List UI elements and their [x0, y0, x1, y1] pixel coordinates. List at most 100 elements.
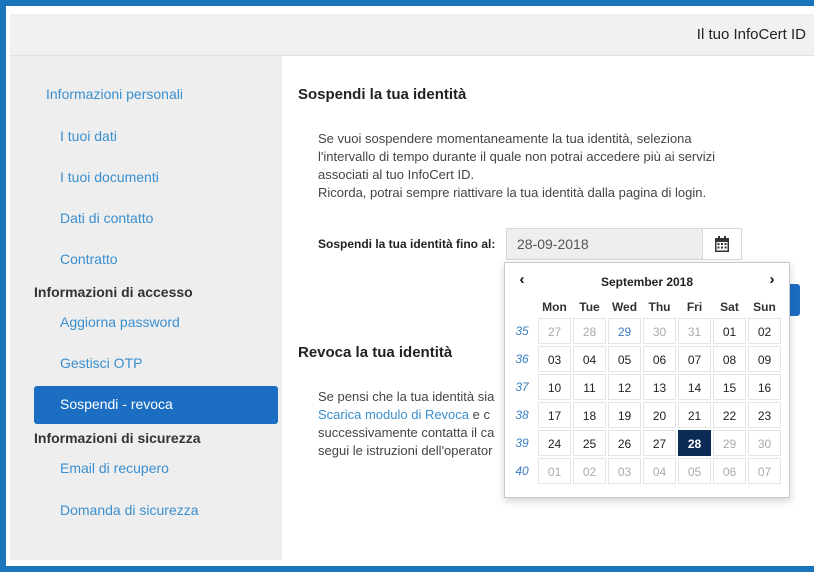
sidebar: Informazioni personali I tuoi dati I tuo…: [10, 56, 282, 560]
datepicker-popup: ‹ September 2018 › Mon Tue Wed Thu Fri Sat Sun…: [504, 262, 790, 498]
week-number: 38: [515, 408, 529, 422]
sidebar-section-informazioni-personali[interactable]: Informazioni personali: [46, 86, 183, 102]
day-cell[interactable]: 26: [608, 430, 641, 456]
day-cell[interactable]: 16: [748, 374, 781, 400]
suspend-date-input[interactable]: 28-09-2018: [506, 228, 702, 260]
week-row: 35 27 28 29 30 31 01 02: [507, 317, 782, 345]
sidebar-section-sicurezza: Informazioni di sicurezza: [34, 430, 201, 446]
bottom-border: [0, 566, 814, 572]
week-number: 39: [515, 436, 529, 450]
day-cell[interactable]: 06: [643, 346, 676, 372]
day-cell[interactable]: 29: [608, 318, 641, 344]
day-cell[interactable]: 11: [573, 374, 606, 400]
day-cell[interactable]: 28: [573, 318, 606, 344]
day-cell[interactable]: 30: [643, 318, 676, 344]
revoke-line: successivamente contatta il ca: [318, 425, 495, 440]
day-cell[interactable]: 31: [678, 318, 711, 344]
chevron-right-icon[interactable]: ›: [759, 269, 785, 293]
week-row: 37 10 11 12 13 14 15 16: [507, 373, 782, 401]
day-cell[interactable]: 13: [643, 374, 676, 400]
week-row: 40 01 02 03 04 05 06 07: [507, 457, 782, 485]
revoke-description: Se pensi che la tua identità sia Scarica…: [318, 388, 518, 460]
sidebar-item-email-di-recupero[interactable]: Email di recupero: [60, 460, 169, 476]
day-cell[interactable]: 08: [713, 346, 746, 372]
day-cell[interactable]: 18: [573, 402, 606, 428]
weekday-header-row: Mon Tue Wed Thu Fri Sat Sun: [507, 297, 782, 317]
page-header: Il tuo InfoCert ID: [10, 14, 814, 56]
day-cell[interactable]: 10: [538, 374, 571, 400]
sidebar-item-i-tuoi-documenti[interactable]: I tuoi documenti: [60, 169, 159, 185]
day-cell[interactable]: 05: [608, 346, 641, 372]
datepicker-body: 35 27 28 29 30 31 01 02 36 03 04 05 06 07 08 09 37 10 11 12…: [507, 317, 782, 485]
suspend-line: associati al tuo InfoCert ID.: [318, 167, 475, 182]
day-cell[interactable]: 27: [538, 318, 571, 344]
header-title: Il tuo InfoCert ID: [696, 26, 806, 43]
day-cell[interactable]: 02: [573, 458, 606, 484]
week-number: 40: [515, 464, 529, 478]
day-cell[interactable]: 01: [713, 318, 746, 344]
week-number: 36: [515, 352, 529, 366]
day-cell[interactable]: 05: [678, 458, 711, 484]
day-cell[interactable]: 19: [608, 402, 641, 428]
day-cell[interactable]: 27: [643, 430, 676, 456]
suspend-date-label: Sospendi la tua identità fino al:: [318, 237, 496, 251]
weekday-label: Sun: [753, 300, 776, 314]
sidebar-item-i-tuoi-dati[interactable]: I tuoi dati: [60, 128, 117, 144]
suspend-description: Se vuoi sospendere momentaneamente la tu…: [318, 130, 778, 202]
day-cell[interactable]: 14: [678, 374, 711, 400]
revoke-line: Scarica modulo di Revoca e c: [318, 406, 518, 424]
day-cell[interactable]: 17: [538, 402, 571, 428]
sidebar-item-sospendi-revoca[interactable]: Sospendi - revoca: [34, 386, 278, 424]
weekday-label: Sat: [720, 300, 739, 314]
day-cell[interactable]: 22: [713, 402, 746, 428]
weekday-label: Wed: [611, 300, 638, 314]
day-cell[interactable]: 30: [748, 430, 781, 456]
day-cell-selected[interactable]: 28: [678, 430, 711, 456]
day-cell[interactable]: 12: [608, 374, 641, 400]
revoke-line: Se pensi che la tua identità sia: [318, 389, 495, 404]
revoke-line: segui le istruzioni dell'operator: [318, 443, 493, 458]
day-cell[interactable]: 25: [573, 430, 606, 456]
suspend-line: l'intervallo di tempo durante il quale n…: [318, 149, 716, 164]
sidebar-item-dati-di-contatto[interactable]: Dati di contatto: [60, 210, 153, 226]
sidebar-section-accesso: Informazioni di accesso: [34, 284, 193, 300]
day-cell[interactable]: 21: [678, 402, 711, 428]
day-cell[interactable]: 03: [608, 458, 641, 484]
day-cell[interactable]: 07: [748, 458, 781, 484]
suspend-line: Ricorda, potrai sempre riattivare la tua…: [318, 185, 707, 200]
week-row: 36 03 04 05 06 07 08 09: [507, 345, 782, 373]
day-cell[interactable]: 15: [713, 374, 746, 400]
datepicker-grid: Mon Tue Wed Thu Fri Sat Sun 35 27 28 29 30 31 01 02 36…: [507, 297, 782, 485]
calendar-button[interactable]: [702, 228, 742, 260]
sidebar-item-aggiorna-password[interactable]: Aggiorna password: [60, 314, 180, 330]
day-cell[interactable]: 29: [713, 430, 746, 456]
day-cell[interactable]: 23: [748, 402, 781, 428]
week-number: 37: [515, 380, 529, 394]
day-cell[interactable]: 24: [538, 430, 571, 456]
day-cell[interactable]: 20: [643, 402, 676, 428]
revoke-line-rest: e c: [469, 407, 490, 422]
day-cell[interactable]: 01: [538, 458, 571, 484]
calendar-icon: [715, 236, 729, 255]
day-cell[interactable]: 06: [713, 458, 746, 484]
week-row: 38 17 18 19 20 21 22 23: [507, 401, 782, 429]
weekday-label: Mon: [542, 300, 567, 314]
sidebar-item-contratto[interactable]: Contratto: [60, 251, 118, 267]
day-cell[interactable]: 02: [748, 318, 781, 344]
weekday-label: Fri: [686, 300, 703, 314]
day-cell[interactable]: 04: [643, 458, 676, 484]
day-cell[interactable]: 07: [678, 346, 711, 372]
day-cell[interactable]: 04: [573, 346, 606, 372]
suspend-line: Se vuoi sospendere momentaneamente la tu…: [318, 131, 692, 146]
weekday-label: Tue: [579, 300, 600, 314]
day-cell[interactable]: 03: [538, 346, 571, 372]
sidebar-item-domanda-di-sicurezza[interactable]: Domanda di sicurezza: [60, 502, 199, 518]
sidebar-item-gestisci-otp[interactable]: Gestisci OTP: [60, 355, 142, 371]
download-revoke-form-link[interactable]: Scarica modulo di Revoca: [318, 407, 469, 422]
week-number: 35: [515, 324, 529, 338]
sidebar-item-label: Sospendi - revoca: [60, 396, 173, 412]
datepicker-month-title[interactable]: September 2018: [541, 275, 753, 289]
day-cell[interactable]: 09: [748, 346, 781, 372]
chevron-left-icon[interactable]: ‹: [509, 269, 535, 293]
revoke-title: Revoca la tua identità: [298, 344, 453, 361]
